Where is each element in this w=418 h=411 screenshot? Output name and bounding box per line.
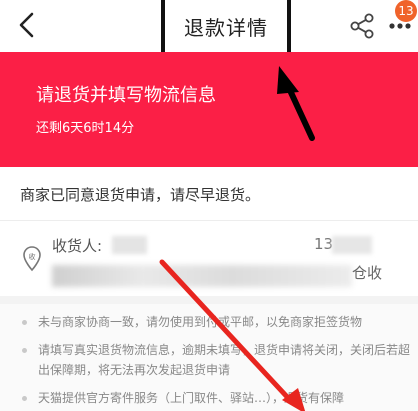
status-banner: 请退货并填写物流信息 还剩6天6时14分 <box>0 52 418 167</box>
bullet-dot <box>22 348 27 353</box>
location-pin-icon: 收 <box>23 246 41 272</box>
nav-bar: 退款详情 13 <box>0 0 418 56</box>
banner-title: 请退货并填写物流信息 <box>36 85 216 106</box>
svg-text:收: 收 <box>29 252 36 261</box>
tips-section: 未与商家协商一致，请勿使用到付或平邮，以免商家拒签货物 请填写真实退货物流信息，… <box>0 304 418 411</box>
notification-badge: 13 <box>395 0 417 22</box>
share-icon[interactable] <box>348 12 376 40</box>
bullet-dot <box>22 320 27 325</box>
status-section: 商家已同意退货申请，请尽早退货。 <box>0 167 418 221</box>
redacted-address <box>52 265 352 287</box>
more-icon[interactable] <box>388 22 412 30</box>
redacted-name <box>112 236 147 254</box>
redacted-phone <box>332 236 372 254</box>
bullet-dot <box>22 396 27 401</box>
tip-item: 未与商家协商一致，请勿使用到付或平邮，以免商家拒签货物 <box>22 312 412 332</box>
return-address-card[interactable]: 收 收货人: 13 仓收 <box>0 222 418 304</box>
address-tail: 仓收 <box>352 264 383 282</box>
title-highlight-box: 退款详情 <box>161 0 291 56</box>
tip-item: 天猫提供官方寄件服务（上门取件、驿站…），退货有保障 <box>22 388 412 408</box>
status-message: 商家已同意退货申请，请尽早退货。 <box>20 186 261 204</box>
phone-prefix: 13 <box>314 235 334 253</box>
recipient-label: 收货人: <box>52 237 103 255</box>
remaining-time: 还剩6天6时14分 <box>36 121 135 136</box>
page-title: 退款详情 <box>184 15 268 40</box>
tip-item: 请填写真实退货物流信息，逾期未填写，退货申请将关闭，关闭后若超出保障期，将无法再… <box>22 340 412 380</box>
back-chevron-icon[interactable] <box>14 10 40 40</box>
